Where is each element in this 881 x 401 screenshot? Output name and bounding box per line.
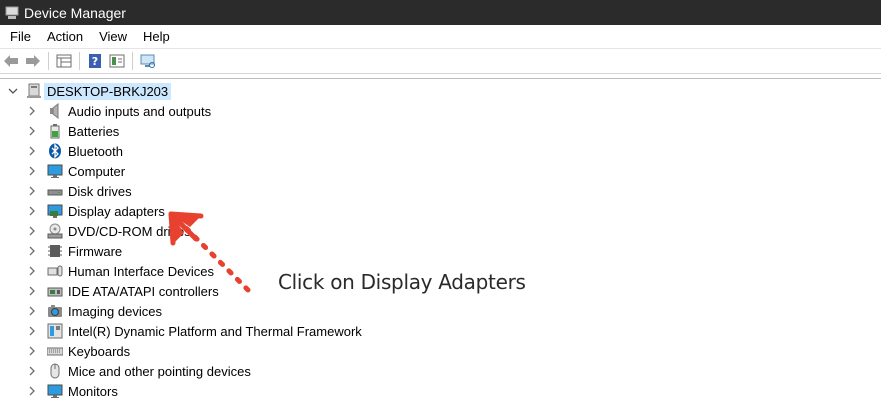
annotation-text: Click on Display Adapters [278,270,526,294]
annotation-arrow [168,211,251,293]
